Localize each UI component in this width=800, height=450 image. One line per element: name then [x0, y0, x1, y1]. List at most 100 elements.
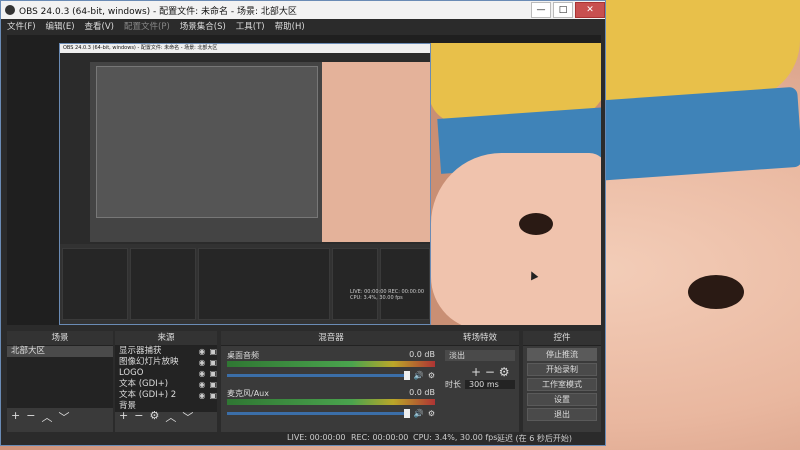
gear-icon[interactable]: ⚙	[499, 365, 510, 379]
title-bar: OBS 24.0.3 (64-bit, windows) - 配置文件: 未命名…	[1, 1, 605, 19]
live-status: LIVE: 00:00:00	[287, 433, 346, 442]
scenes-list: 北部大区	[7, 346, 113, 408]
speaker-icon[interactable]: 🔊	[414, 409, 424, 418]
mixer-channels: 桌面音频 0.0 dB 🔊 ⚙ 麦克风/Aux 0.0 dB 🔊 ⚙	[221, 346, 441, 422]
plus-icon[interactable]: +	[471, 365, 481, 379]
studio-mode-button[interactable]: 工作室模式	[527, 378, 597, 391]
sources-header: 来源	[115, 331, 217, 346]
nested-status: LIVE: 00:00:00 REC: 00:00:00 CPU: 3.4%, …	[350, 289, 425, 301]
channel-db: 0.0 dB	[409, 388, 435, 397]
audio-meter	[227, 361, 435, 367]
mixer-channel: 麦克风/Aux 0.0 dB	[227, 388, 435, 399]
window-title: OBS 24.0.3 (64-bit, windows) - 配置文件: 未命名…	[19, 6, 297, 17]
nested-scenes-dock	[62, 248, 128, 320]
photo-eye	[688, 275, 744, 309]
transition-select[interactable]: 淡出	[445, 350, 515, 361]
eye-icon[interactable]: ◉	[198, 368, 205, 379]
channel-db: 0.0 dB	[409, 350, 435, 359]
menu-scene-collection[interactable]: 场景集合(S)	[180, 20, 226, 32]
sources-toolbar: + − ⚙ ︿ ﹀	[119, 409, 193, 425]
nested-obs-window: OBS 24.0.3 (64-bit, windows) - 配置文件: 未命名…	[59, 43, 431, 325]
lock-icon[interactable]: ▣	[209, 379, 217, 390]
eye-icon[interactable]: ◉	[198, 357, 205, 368]
status-bar: LIVE: 00:00:00 REC: 00:00:00 CPU: 3.4%, …	[1, 432, 605, 445]
nested-docks	[60, 244, 430, 324]
capture-eye	[519, 213, 553, 235]
scene-item[interactable]: 北部大区	[7, 346, 113, 357]
nested-title: OBS 24.0.3 (64-bit, windows) - 配置文件: 未命名…	[60, 44, 430, 53]
source-item[interactable]: 图像幻灯片放映 ◉ ▣	[115, 357, 217, 368]
mixer-dock: 混音器 桌面音频 0.0 dB 🔊 ⚙ 麦克风/Aux 0.0 dB 🔊 ⚙	[221, 331, 441, 433]
obs-window: OBS 24.0.3 (64-bit, windows) - 配置文件: 未命名…	[0, 0, 606, 446]
eye-icon[interactable]: ◉	[198, 390, 205, 401]
preview-canvas[interactable]: OBS 24.0.3 (64-bit, windows) - 配置文件: 未命名…	[7, 35, 601, 325]
channel-controls: 🔊 ⚙	[227, 409, 435, 418]
menu-profile[interactable]: 配置文件(P)	[124, 20, 170, 32]
controls-dock: 控件 停止推流 开始录制 工作室模式 设置 退出	[523, 331, 601, 433]
minus-icon[interactable]: −	[26, 409, 35, 425]
obs-app-icon	[5, 5, 15, 15]
eye-icon[interactable]: ◉	[198, 379, 205, 390]
cpu-status: CPU: 3.4%, 30.00 fps	[413, 433, 498, 442]
nested-preview-inner	[96, 66, 318, 218]
menu-view[interactable]: 查看(V)	[85, 20, 114, 32]
controls-header: 控件	[523, 331, 601, 346]
up-icon[interactable]: ︿	[165, 409, 176, 425]
sources-dock: 来源 显示器捕获 ◉ ▣ 图像幻灯片放映 ◉ ▣ LOGO ◉ ▣ 文本 (GDI+) ◉ ▣ …	[115, 331, 217, 433]
rec-status: REC: 00:00:00	[351, 433, 409, 442]
transition-toolbar: + − ⚙	[441, 365, 519, 379]
menu-bar: 文件(F) 编辑(E) 查看(V) 配置文件(P) 场景集合(S) 工具(T) …	[1, 19, 605, 33]
settings-button[interactable]: 设置	[527, 393, 597, 406]
down-icon[interactable]: ﹀	[58, 409, 69, 425]
scenes-header: 场景	[7, 331, 113, 346]
nested-sources-dock	[130, 248, 196, 320]
close-button[interactable]: ✕	[575, 2, 605, 18]
menu-edit[interactable]: 编辑(E)	[46, 20, 75, 32]
minus-icon[interactable]: −	[485, 365, 495, 379]
eye-icon[interactable]: ◉	[198, 346, 205, 357]
duration-row: 时长 300 ms	[441, 379, 519, 390]
transitions-header: 转场特效	[441, 331, 519, 346]
plus-icon[interactable]: +	[119, 409, 128, 425]
source-item[interactable]: LOGO ◉ ▣	[115, 368, 217, 379]
delay-status: 延迟 (在 6 秒后开始)	[497, 434, 572, 443]
mixer-channel: 桌面音频 0.0 dB	[227, 350, 435, 361]
menu-tools[interactable]: 工具(T)	[236, 20, 265, 32]
source-item[interactable]: 文本 (GDI+) ◉ ▣	[115, 379, 217, 390]
minimize-button[interactable]: —	[531, 2, 551, 18]
source-item[interactable]: 显示器捕获 ◉ ▣	[115, 346, 217, 357]
up-icon[interactable]: ︿	[41, 409, 52, 425]
menu-help[interactable]: 帮助(H)	[275, 20, 305, 32]
nested-mixer-dock	[198, 248, 330, 320]
lock-icon[interactable]: ▣	[209, 346, 217, 357]
nested-transitions-dock	[332, 248, 378, 320]
volume-slider[interactable]	[227, 371, 410, 380]
volume-slider[interactable]	[227, 409, 410, 418]
nested-photo	[322, 62, 430, 242]
transitions-dock: 转场特效 淡出 + − ⚙ 时长 300 ms	[441, 331, 519, 433]
minus-icon[interactable]: −	[134, 409, 143, 425]
gear-icon[interactable]: ⚙	[428, 371, 435, 380]
speaker-icon[interactable]: 🔊	[414, 371, 424, 380]
start-recording-button[interactable]: 开始录制	[527, 363, 597, 376]
scenes-toolbar: + − ︿ ﹀	[11, 409, 69, 425]
audio-meter	[227, 399, 435, 405]
channel-name: 桌面音频	[227, 351, 259, 360]
maximize-button[interactable]: □	[553, 2, 573, 18]
menu-file[interactable]: 文件(F)	[7, 20, 36, 32]
lock-icon[interactable]: ▣	[209, 368, 217, 379]
lock-icon[interactable]: ▣	[209, 357, 217, 368]
display-capture: OBS 24.0.3 (64-bit, windows) - 配置文件: 未命名…	[59, 43, 601, 325]
down-icon[interactable]: ﹀	[182, 409, 193, 425]
exit-button[interactable]: 退出	[527, 408, 597, 421]
channel-controls: 🔊 ⚙	[227, 371, 435, 380]
plus-icon[interactable]: +	[11, 409, 20, 425]
lock-icon[interactable]: ▣	[209, 390, 217, 401]
source-item[interactable]: 文本 (GDI+) 2 ◉ ▣	[115, 390, 217, 401]
gear-icon[interactable]: ⚙	[149, 409, 159, 425]
channel-name: 麦克风/Aux	[227, 389, 269, 398]
gear-icon[interactable]: ⚙	[428, 409, 435, 418]
duration-input[interactable]: 300 ms	[465, 380, 515, 389]
nested-controls-dock	[380, 248, 430, 320]
stop-streaming-button[interactable]: 停止推流	[527, 348, 597, 361]
